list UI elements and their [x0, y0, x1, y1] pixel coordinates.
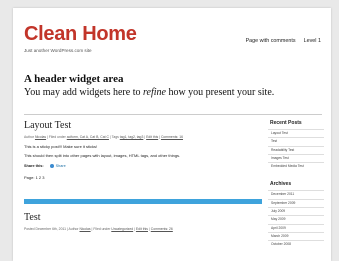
site-title[interactable]: Clean Home [24, 24, 137, 44]
meta-categories-link[interactable]: aciform, Cat A, Cat B, Cat C [67, 135, 109, 139]
meta-tags-link[interactable]: tag1, tag2, tag3 [120, 135, 144, 139]
recent-post-item[interactable]: Test [268, 137, 324, 145]
meta-edit-link[interactable]: Edit this [136, 227, 148, 231]
meta-comments-link[interactable]: Comments: 16 [161, 135, 183, 139]
archives-heading: Archives [270, 181, 292, 188]
recent-post-item[interactable]: Layout Test [268, 129, 324, 137]
meta-prefix: Posted December 6th, 2011 | Author [24, 227, 80, 231]
widget-text-end: how you present your site. [165, 86, 275, 98]
widget-text-start: You may add widgets here to [24, 86, 143, 98]
share-button-label: Share [55, 164, 66, 169]
archive-item[interactable]: April 2009 [268, 223, 324, 232]
blog-page: Clean Home Just another WordPress.com si… [13, 8, 331, 261]
archive-item[interactable]: July 2009 [268, 207, 324, 215]
post-test: Test Posted December 6th, 2011 | Author … [24, 213, 262, 232]
meta-prefix: Author [24, 135, 35, 139]
meta-tags-label: | Tags [108, 135, 120, 139]
post-paragraph: This should then split into other pages … [24, 153, 181, 159]
post-meta: Posted December 6th, 2011 | Author Nicol… [24, 227, 256, 232]
recent-post-item[interactable]: Images Test [268, 153, 324, 162]
archive-item[interactable]: October 2008 [268, 240, 324, 248]
header-widget-area: A header widget area You may add widgets… [24, 73, 324, 99]
recent-post-item[interactable]: Embedded Media Test [268, 162, 324, 170]
archive-item[interactable]: March 2009 [268, 231, 324, 240]
site-tagline: Just another WordPress.com site [24, 48, 92, 53]
meta-filed-label: | Filed under [46, 135, 67, 139]
share-button[interactable]: Share [49, 164, 66, 169]
share-row: Share this: Share [24, 164, 262, 169]
widget-text: You may add widgets here to refine how y… [24, 87, 324, 99]
share-icon [49, 164, 54, 169]
archive-item[interactable]: September 2009 [268, 198, 324, 207]
content-divider [24, 114, 322, 115]
post-paragraph: This is a sticky post!!! Make sure it st… [24, 144, 98, 150]
archives-list: December 2011 September 2009 July 2009 M… [268, 190, 324, 248]
post-layout-test: Layout Test Author Nicolas | Filed under… [24, 121, 262, 181]
meta-comments-link[interactable]: Comments: 26 [151, 227, 173, 231]
meta-filed-label: | Filed under [90, 227, 112, 231]
widget-text-emphasis: refine [142, 86, 166, 98]
archive-item[interactable]: December 2011 [268, 190, 324, 198]
widget-title: A header widget area [24, 73, 124, 85]
nav-item-level-1[interactable]: Level 1 [304, 38, 321, 44]
post-pagination[interactable]: Page: 1 2 3 [24, 175, 262, 180]
post-separator-bar [24, 199, 262, 204]
meta-author-link[interactable]: Nicolas [35, 135, 46, 139]
recent-posts-list: Layout Test Test Readability Test Images… [268, 129, 324, 170]
post-meta: Author Nicolas | Filed under aciform, Ca… [24, 135, 256, 140]
top-navigation: Page with comments Level 1 [246, 38, 321, 44]
meta-categories-link[interactable]: Uncategorized [111, 227, 133, 231]
share-label: Share this: [24, 164, 44, 169]
meta-author-link[interactable]: Nicolas [79, 227, 90, 231]
post-title[interactable]: Layout Test [24, 121, 262, 131]
recent-posts-heading: Recent Posts [270, 120, 302, 126]
sidebar: Recent Posts Layout Test Test Readabilit… [268, 120, 324, 249]
archive-item[interactable]: May 2009 [268, 215, 324, 223]
meta-edit-link[interactable]: Edit this [146, 135, 158, 139]
post-title[interactable]: Test [24, 213, 262, 223]
nav-item-page-with-comments[interactable]: Page with comments [246, 38, 296, 44]
recent-post-item[interactable]: Readability Test [268, 145, 324, 154]
